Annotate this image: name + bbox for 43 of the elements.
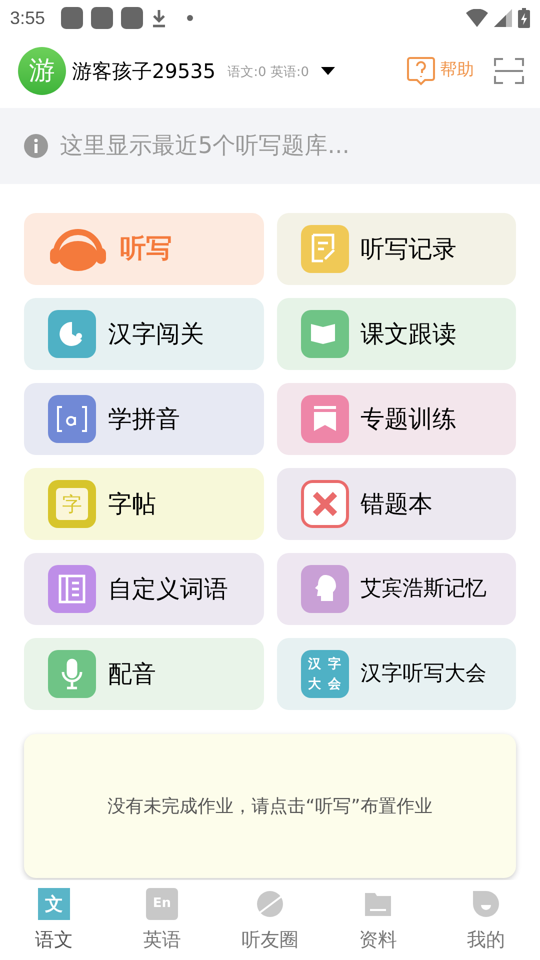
feature-card[interactable]: 汉字大会 汉字听写大会 <box>276 638 516 710</box>
signal-icon <box>494 9 512 27</box>
info-icon <box>24 134 48 158</box>
nav-tab[interactable]: 听友圈 <box>216 880 324 960</box>
feature-card[interactable]: 学拼音 <box>24 383 264 455</box>
note-icon <box>300 225 348 273</box>
nav-tab[interactable]: 文 语文 <box>0 880 108 960</box>
notification-icon <box>121 7 144 29</box>
battery-icon <box>518 8 530 28</box>
notification-icon <box>61 7 84 29</box>
help-icon <box>406 56 436 86</box>
contest-icon: 汉字大会 <box>300 650 348 698</box>
character-icon: 字 <box>48 480 96 528</box>
feature-card[interactable]: 配音 <box>24 638 264 710</box>
download-icon <box>151 8 168 28</box>
feature-card[interactable]: 错题本 <box>276 468 516 540</box>
wifi-icon <box>466 9 488 27</box>
scan-icon[interactable] <box>494 57 524 85</box>
notification-icon <box>91 7 114 29</box>
bookmark-icon <box>300 395 348 443</box>
clock: 3:55 <box>10 6 46 30</box>
pacman-icon <box>48 310 96 358</box>
score-summary: 语文:0 英语:0 <box>228 64 310 82</box>
nav-tab[interactable]: 资料 <box>324 880 432 960</box>
character-icon: 文 <box>38 888 70 920</box>
feature-card[interactable]: 字 字帖 <box>24 468 264 540</box>
book-icon <box>300 310 348 358</box>
microphone-icon <box>48 650 96 698</box>
feature-card[interactable]: 课文跟读 <box>276 298 516 370</box>
feature-card[interactable]: 汉字闯关 <box>24 298 264 370</box>
list-icon <box>48 565 96 613</box>
dropdown-caret-icon[interactable] <box>321 67 336 75</box>
homework-message: 没有未完成作业，请点击“听写”布置作业 <box>108 794 432 818</box>
head-icon <box>300 565 348 613</box>
nav-tab[interactable]: 我的 <box>432 880 540 960</box>
notice-text: 这里显示最近5个听写题库... <box>60 132 350 161</box>
feature-card[interactable]: 听写记录 <box>276 213 516 285</box>
cross-icon <box>300 480 348 528</box>
feature-card[interactable]: 自定义词语 <box>24 553 264 625</box>
letter-a-icon <box>48 395 96 443</box>
feature-card[interactable]: 艾宾浩斯记忆 <box>276 553 516 625</box>
feature-card[interactable]: 专题训练 <box>276 383 516 455</box>
username: 游客孩子29535 <box>72 58 216 85</box>
